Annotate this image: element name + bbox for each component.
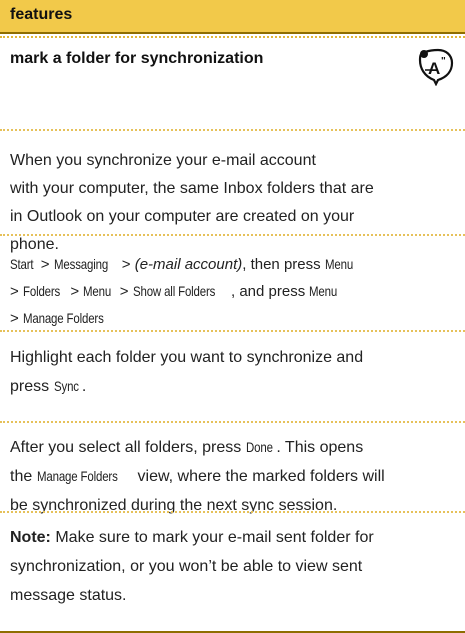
note-paragraph: Note: Make sure to mark your e-mail sent…: [10, 523, 458, 610]
key-folders: Folders: [22, 283, 61, 299]
divider-top: [0, 36, 465, 38]
svg-text:A: A: [428, 59, 440, 78]
key-sync: Sync: [53, 378, 79, 394]
text: Make sure to mark your e-mail sent folde…: [50, 529, 374, 546]
text: the: [10, 468, 37, 485]
email-account-placeholder: (e-mail account): [134, 256, 243, 273]
after-line: After you select all folders, press Done…: [10, 433, 458, 462]
key-menu: Menu: [324, 256, 353, 272]
nav-text: , then press: [242, 256, 325, 273]
highlight-line: Highlight each folder you want to synchr…: [10, 349, 364, 366]
separator: >: [10, 283, 23, 300]
text: After you select all folders, press: [10, 439, 246, 456]
intro-line: with your computer, the same Inbox folde…: [10, 180, 374, 197]
key-start: Start: [10, 256, 34, 272]
highlight-paragraph: Highlight each folder you want to synchr…: [10, 343, 458, 401]
navigation-line: Start > Messaging > (e-mail account), th…: [10, 250, 357, 279]
text: .: [81, 378, 87, 395]
section-title: mark a folder for synchronization: [10, 50, 264, 67]
intro-line: When you synchronize your e-mail account: [10, 152, 316, 169]
divider: [0, 330, 465, 332]
after-line: be synchronized during the next sync ses…: [10, 497, 338, 514]
intro-line: in Outlook on your computer are created …: [10, 208, 355, 225]
key-menu: Menu: [83, 283, 112, 299]
divider: [0, 234, 465, 236]
note-line: message status.: [10, 587, 127, 604]
navigation-line: > Folders > Menu > Show all Folders , and…: [10, 277, 342, 306]
after-line: the Manage Folders view, where the marke…: [10, 462, 458, 491]
manual-page: features mark a folder for synchronizati…: [0, 0, 465, 633]
separator: >: [115, 283, 133, 300]
separator: >: [117, 256, 135, 273]
note-line: synchronization, or you won’t be able to…: [10, 558, 363, 575]
separator: >: [36, 256, 54, 273]
note-label: Note:: [10, 529, 51, 546]
key-done: Done: [245, 439, 273, 455]
text: . This opens: [276, 439, 364, 456]
svg-text:": ": [441, 56, 446, 67]
nav-text: , and press: [230, 283, 310, 300]
divider: [0, 421, 465, 423]
navigation-line: > Manage Folders: [10, 304, 119, 333]
key-manage-folders: Manage Folders: [36, 468, 118, 484]
divider: [0, 511, 465, 513]
note-line: Note: Make sure to mark your e-mail sent…: [10, 523, 458, 552]
separator: >: [10, 310, 23, 327]
key-show-all-folders: Show all Folders: [132, 283, 215, 299]
divider: [0, 129, 465, 131]
key-messaging: Messaging: [53, 256, 108, 272]
text: view, where the marked folders will: [133, 468, 385, 485]
separator: >: [66, 283, 84, 300]
after-paragraph: After you select all folders, press Done…: [10, 433, 458, 520]
key-menu: Menu: [309, 283, 338, 299]
header-bar: features: [0, 0, 465, 34]
highlight-line: press Sync.: [10, 372, 458, 401]
header-title: features: [10, 6, 73, 23]
key-manage-folders: Manage Folders: [22, 310, 104, 326]
text: press: [10, 378, 54, 395]
network-dependent-feature-icon: A ": [418, 48, 454, 86]
